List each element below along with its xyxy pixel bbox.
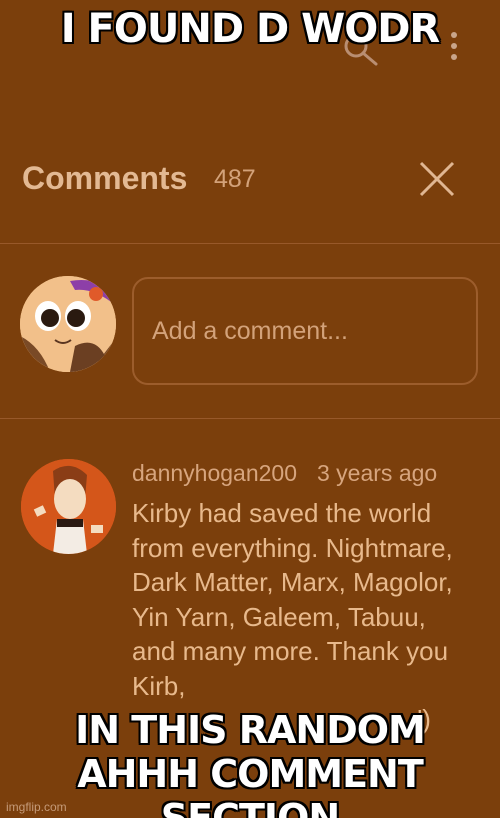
add-comment-input[interactable]: [132, 277, 478, 385]
comment-count: 487: [214, 165, 256, 193]
divider: [0, 243, 500, 244]
avatar[interactable]: [21, 459, 116, 554]
comments-title: Comments: [22, 160, 188, 196]
bottom-caption-line: AHHH COMMENT SECTION: [77, 752, 424, 818]
top-caption: I FOUND D WODR: [60, 6, 440, 52]
avatar[interactable]: [20, 276, 116, 372]
bottom-caption-line: IN THIS RANDOM: [75, 708, 426, 752]
comments-header: Comments 487: [22, 160, 462, 200]
comment-text: Kirby had saved the world from everythin…: [132, 498, 453, 701]
close-icon[interactable]: [418, 160, 456, 198]
comment-username[interactable]: dannyhogan200: [132, 460, 297, 486]
divider: [0, 418, 500, 419]
bottom-caption: IN THIS RANDOM AHHH COMMENT SECTION: [0, 708, 500, 818]
comment-meta: dannyhogan200 3 years ago: [132, 460, 437, 487]
comment-time: 3 years ago: [317, 460, 438, 486]
